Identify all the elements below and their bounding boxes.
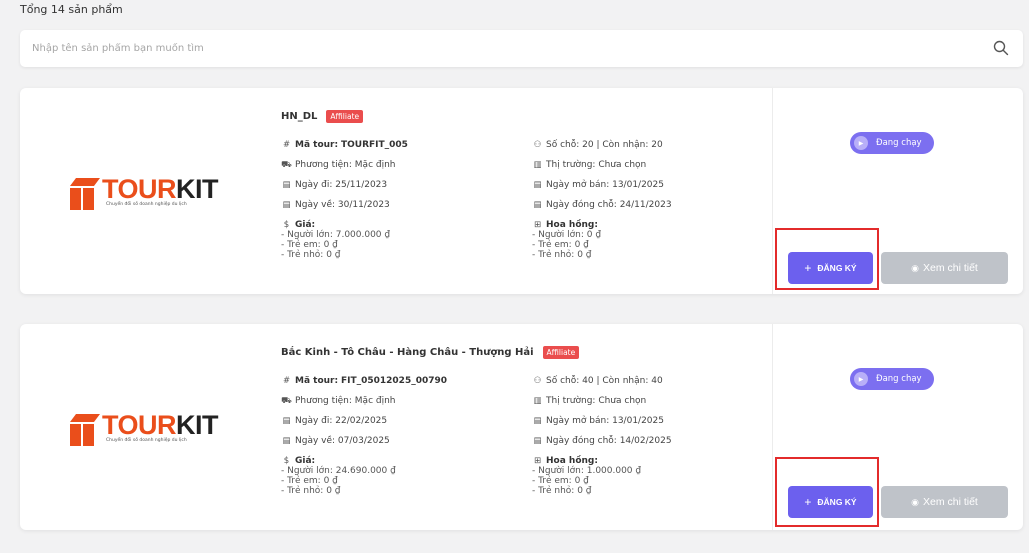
product-title[interactable]: HN_DL [281, 111, 317, 122]
vehicle-text: Phương tiện: Mặc định [295, 160, 396, 170]
eye-icon: ◉ [911, 262, 919, 273]
gift-icon: ⊞ [533, 220, 542, 230]
commission-adult: - Người lớn: 0 ₫ [532, 230, 602, 240]
plus-icon: + [804, 495, 812, 509]
return-date: Ngày về: 30/11/2023 [295, 200, 390, 210]
plus-icon: + [804, 261, 812, 275]
play-icon: ▶ [854, 372, 868, 386]
return-date: Ngày về: 07/03/2025 [295, 436, 390, 446]
product-info-left: # Mã tour: TOURFIT_005 ⛟ Phương tiện: Mặc … [281, 140, 408, 260]
price-title: Giá: [295, 220, 316, 230]
price-title: Giá: [295, 456, 316, 466]
status-badge: ▶ Đang chạy [850, 368, 934, 390]
hash-icon: # [282, 376, 291, 386]
calendar-icon: ▤ [282, 416, 291, 426]
sale-open-date: Ngày mở bán: 13/01/2025 [546, 180, 664, 190]
product-total-label: Tổng 14 sản phẩm [20, 3, 123, 16]
commission-title: Hoa hồng: [546, 456, 598, 466]
market-text: Thị trường: Chưa chọn [546, 396, 647, 406]
tour-code: TOURFIT_005 [340, 140, 408, 150]
gift-icon: ⊞ [533, 456, 542, 466]
calendar-icon: ▤ [533, 416, 542, 426]
status-text: Đang chạy [876, 374, 922, 384]
tourkit-logo: TOURKIT Chuyển đổi số doanh nghiệp du lị… [70, 174, 230, 212]
view-detail-button[interactable]: ◉ Xem chi tiết [881, 486, 1008, 518]
seat-close-date: Ngày đóng chỗ: 24/11/2023 [546, 200, 672, 210]
search-bar [20, 30, 1023, 67]
depart-date: Ngày đi: 25/11/2023 [295, 180, 388, 190]
map-icon: ▥ [533, 396, 542, 406]
eye-icon: ◉ [911, 496, 919, 507]
commission-infant: - Trẻ nhỏ: 0 ₫ [532, 250, 592, 260]
calendar-icon: ▤ [282, 180, 291, 190]
product-info-left: # Mã tour: FIT_05012025_00790 ⛟ Phương tiệ… [281, 376, 448, 496]
status-badge: ▶ Đang chạy [850, 132, 934, 154]
search-input[interactable] [32, 30, 972, 67]
calendar-icon: ▤ [533, 180, 542, 190]
product-info-right: ⚇ Số chỗ: 40 | Còn nhận: 40 ▥ Thị trường: … [532, 376, 672, 496]
product-title-row: HN_DL Affiliate [281, 110, 364, 123]
vehicle-text: Phương tiện: Mặc định [295, 396, 396, 406]
price-infant: - Trẻ nhỏ: 0 ₫ [281, 486, 341, 496]
card-divider [772, 324, 773, 530]
seat-close-date: Ngày đóng chỗ: 14/02/2025 [546, 436, 672, 446]
users-icon: ⚇ [533, 376, 542, 386]
status-text: Đang chạy [876, 138, 922, 148]
tourkit-logo-mark-icon [70, 178, 100, 210]
commission-title: Hoa hồng: [546, 220, 598, 230]
dollar-icon: $ [283, 220, 290, 230]
bus-icon: ⛟ [281, 160, 292, 170]
sale-open-date: Ngày mở bán: 13/01/2025 [546, 416, 664, 426]
calendar-icon: ▤ [282, 200, 291, 210]
price-child: - Trẻ em: 0 ₫ [281, 476, 338, 486]
bus-icon: ⛟ [281, 396, 292, 406]
logo-tagline: Chuyển đổi số doanh nghiệp du lịch [106, 438, 187, 443]
register-button[interactable]: + ĐĂNG KÝ [788, 486, 873, 518]
tourkit-logo-mark-icon [70, 414, 100, 446]
register-button[interactable]: + ĐĂNG KÝ [788, 252, 873, 284]
search-icon[interactable] [993, 40, 1009, 56]
product-title[interactable]: Bắc Kinh - Tô Châu - Hàng Châu - Thượng … [281, 347, 534, 358]
logo-text: TOURKIT [102, 174, 219, 204]
logo-tagline: Chuyển đổi số doanh nghiệp du lịch [106, 202, 187, 207]
seats-text: Số chỗ: 20 | Còn nhận: 20 [546, 140, 663, 150]
dollar-icon: $ [283, 456, 290, 466]
commission-infant: - Trẻ nhỏ: 0 ₫ [532, 486, 592, 496]
commission-adult: - Người lớn: 1.000.000 ₫ [532, 466, 642, 476]
view-detail-button[interactable]: ◉ Xem chi tiết [881, 252, 1008, 284]
calendar-icon: ▤ [533, 200, 542, 210]
price-adult: - Người lớn: 7.000.000 ₫ [281, 230, 391, 240]
product-info-right: ⚇ Số chỗ: 20 | Còn nhận: 20 ▥ Thị trường: … [532, 140, 672, 260]
card-divider [772, 88, 773, 294]
calendar-icon: ▤ [533, 436, 542, 446]
depart-date: Ngày đi: 22/02/2025 [295, 416, 388, 426]
hash-icon: # [282, 140, 291, 150]
commission-child: - Trẻ em: 0 ₫ [532, 476, 589, 486]
logo-text: TOURKIT [102, 410, 219, 440]
market-text: Thị trường: Chưa chọn [546, 160, 647, 170]
seats-text: Số chỗ: 40 | Còn nhận: 40 [546, 376, 663, 386]
product-card: TOURKIT Chuyển đổi số doanh nghiệp du lị… [20, 88, 1023, 294]
users-icon: ⚇ [533, 140, 542, 150]
price-adult: - Người lớn: 24.690.000 ₫ [281, 466, 396, 476]
affiliate-badge: Affiliate [326, 110, 364, 123]
affiliate-badge: Affiliate [542, 346, 580, 359]
product-title-row: Bắc Kinh - Tô Châu - Hàng Châu - Thượng … [281, 346, 580, 359]
commission-child: - Trẻ em: 0 ₫ [532, 240, 589, 250]
play-icon: ▶ [854, 136, 868, 150]
price-infant: - Trẻ nhỏ: 0 ₫ [281, 250, 341, 260]
tour-code: FIT_05012025_00790 [340, 376, 448, 386]
product-card: TOURKIT Chuyển đổi số doanh nghiệp du lị… [20, 324, 1023, 530]
calendar-icon: ▤ [282, 436, 291, 446]
price-child: - Trẻ em: 0 ₫ [281, 240, 338, 250]
tourkit-logo: TOURKIT Chuyển đổi số doanh nghiệp du lị… [70, 410, 230, 448]
map-icon: ▥ [533, 160, 542, 170]
